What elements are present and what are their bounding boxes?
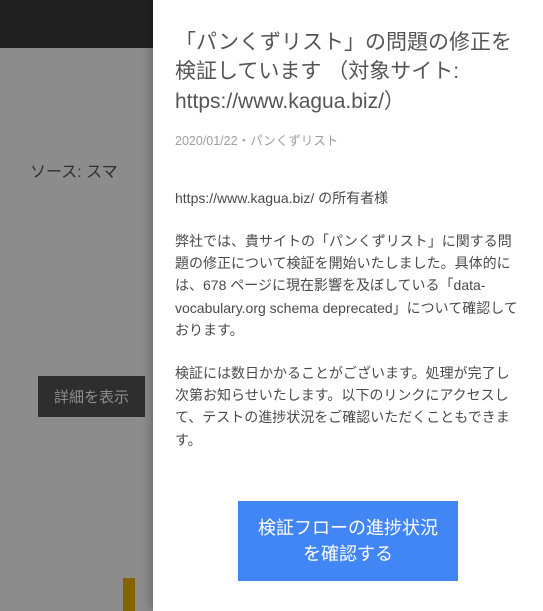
panel-category: パンくずリスト [250,134,338,148]
panel-date: 2020/01/22 [175,134,238,148]
verify-progress-button[interactable]: 検証フローの進捗状況を確認する [238,501,458,581]
paragraph-1: 弊社では、貴サイトの「パンくずリスト」に関する問題の修正について検証を開始いたし… [175,230,521,342]
owner-line: https://www.kagua.biz/ の所有者様 [175,187,521,209]
panel-title: 「パンくずリスト」の問題の修正を検証しています （対象サイト: https://… [175,28,521,116]
cta-wrap: 検証フローの進捗状況を確認する [175,501,521,581]
meta-separator: ・ [238,134,251,148]
app-root: ソース: スマ 詳細を表示 「パンくずリスト」の問題の修正を検証しています （対… [0,0,543,611]
side-panel: 「パンくずリスト」の問題の修正を検証しています （対象サイト: https://… [153,0,543,611]
panel-body: https://www.kagua.biz/ の所有者様 弊社では、貴サイトの「… [175,187,521,471]
panel-meta: 2020/01/22・パンくずリスト [175,130,521,149]
paragraph-2: 検証には数日かかることがございます。処理が完了し次第お知らせいたします。以下のリ… [175,362,521,452]
